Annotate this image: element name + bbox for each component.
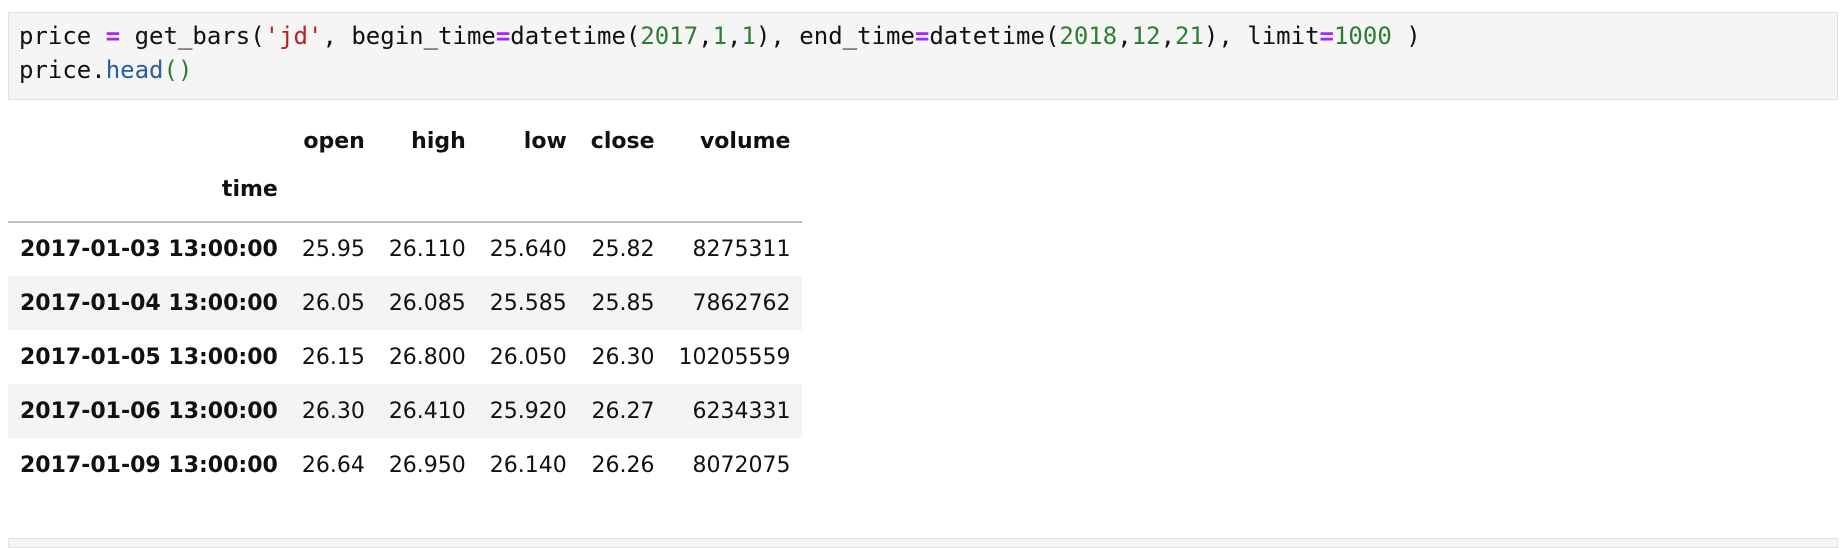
column-header-close: close <box>590 128 655 154</box>
row-index-label: 2017-01-06 13:00:00 <box>20 398 278 424</box>
cell-open: 26.15 <box>301 344 365 370</box>
table-row: 2017-01-05 13:00:00 26.15 26.800 26.050 26.3… <box>8 330 802 384</box>
column-header-volume: volume <box>699 128 791 154</box>
next-code-cell[interactable] <box>8 538 1838 548</box>
index-name-row: time <box>8 168 803 222</box>
code-line-1-token: = <box>495 22 511 50</box>
code-line-1-token: ), limit <box>1203 22 1320 50</box>
table-row: 2017-01-09 13:00:00 26.64 26.950 26.140 26.2… <box>8 438 802 492</box>
code-line-1-token: , <box>1160 22 1176 50</box>
column-header-row: open high low close volume <box>8 114 802 168</box>
index-name-spacer <box>377 168 478 222</box>
row-index-label: 2017-01-05 13:00:00 <box>20 344 278 370</box>
table-row: 2017-01-06 13:00:00 26.30 26.410 25.920 26.2… <box>8 384 803 438</box>
cell-open: 26.30 <box>301 398 365 424</box>
row-index-label: 2017-01-04 13:00:00 <box>20 290 278 316</box>
cell-volume: 8275311 <box>692 237 791 262</box>
cell-high: 26.950 <box>388 452 466 478</box>
code-line-2[interactable]: price.head() <box>19 53 192 87</box>
cell-close: 26.26 <box>591 452 655 478</box>
index-name-label: time <box>221 177 278 202</box>
code-line-1-token: ) <box>1391 22 1421 50</box>
output-dataframe-table: open high low close volume time 2017-01-… <box>8 114 803 492</box>
cell-close: 26.30 <box>591 344 655 370</box>
table-body: 2017-01-03 13:00:00 25.95 26.110 25.640 25.8… <box>8 222 803 492</box>
cell-open: 26.05 <box>301 290 365 316</box>
code-line-2-token: price. <box>19 56 106 84</box>
code-line-1-token: datetime( <box>510 22 641 50</box>
index-name-spacer <box>579 168 667 222</box>
code-line-1-token: 12 <box>1131 22 1161 50</box>
index-name-spacer <box>290 168 377 222</box>
cell-low: 25.920 <box>489 398 567 424</box>
code-line-2-token: head <box>105 56 164 84</box>
index-name-spacer <box>667 168 803 222</box>
cell-close: 25.82 <box>591 237 655 262</box>
code-line-1-token: = <box>1319 22 1334 50</box>
cell-high: 26.410 <box>388 398 466 424</box>
cell-low: 25.585 <box>489 290 567 316</box>
code-line-1-token: , <box>1117 22 1132 50</box>
code-line-1-token: get_bars( <box>120 22 265 50</box>
cell-volume: 8072075 <box>692 452 791 478</box>
code-cell[interactable]: price = get_bars('jd', begin_time=dateti… <box>8 12 1838 100</box>
code-line-1-token: , <box>727 22 742 50</box>
code-line-1-token: 21 <box>1175 22 1204 50</box>
cell-low: 26.050 <box>489 344 567 370</box>
code-line-1-token: , begin_time <box>322 22 496 50</box>
code-line-1-token: 1 <box>741 22 756 50</box>
cell-volume: 10205559 <box>678 344 791 370</box>
index-name-spacer <box>478 168 579 222</box>
code-line-1-token: , <box>698 22 713 50</box>
cell-high: 26.110 <box>388 237 466 262</box>
code-line-1-token: ), end_time <box>755 22 915 50</box>
code-line-1-token: = <box>105 22 121 50</box>
code-line-1-token: 1 <box>712 22 728 50</box>
code-line-1-token: = <box>914 22 930 50</box>
code-line-1[interactable]: price = get_bars('jd', begin_time=dateti… <box>19 19 1421 53</box>
cell-open: 26.64 <box>301 452 365 478</box>
cell-low: 25.640 <box>489 237 567 262</box>
cell-close: 25.85 <box>591 290 655 316</box>
code-line-1-token: datetime( <box>929 22 1060 50</box>
table-row: 2017-01-04 13:00:00 26.05 26.085 25.585 25.8… <box>8 276 803 330</box>
table-row: 2017-01-03 13:00:00 25.95 26.110 25.640 25.8… <box>8 222 802 276</box>
cell-volume: 6234331 <box>692 398 791 424</box>
code-line-2-token: () <box>163 56 193 84</box>
cell-low: 26.140 <box>489 452 567 478</box>
cell-close: 26.27 <box>591 398 655 424</box>
cell-high: 26.800 <box>388 344 466 370</box>
code-line-1-token: 2018 <box>1059 22 1118 50</box>
column-header-high: high <box>411 128 466 154</box>
code-line-1-token: price <box>19 22 106 50</box>
cell-high: 26.085 <box>388 290 466 316</box>
code-line-1-token: 1000 <box>1333 22 1392 50</box>
code-line-1-token: 'jd' <box>264 22 323 50</box>
cell-open: 25.95 <box>301 237 365 262</box>
row-index-label: 2017-01-03 13:00:00 <box>20 237 278 262</box>
cell-volume: 7862762 <box>692 290 791 316</box>
column-header-open: open <box>303 128 365 154</box>
header-corner-cell <box>8 114 290 168</box>
code-line-1-token: 2017 <box>640 22 699 50</box>
row-index-label: 2017-01-09 13:00:00 <box>20 452 278 478</box>
column-header-low: low <box>523 128 567 154</box>
